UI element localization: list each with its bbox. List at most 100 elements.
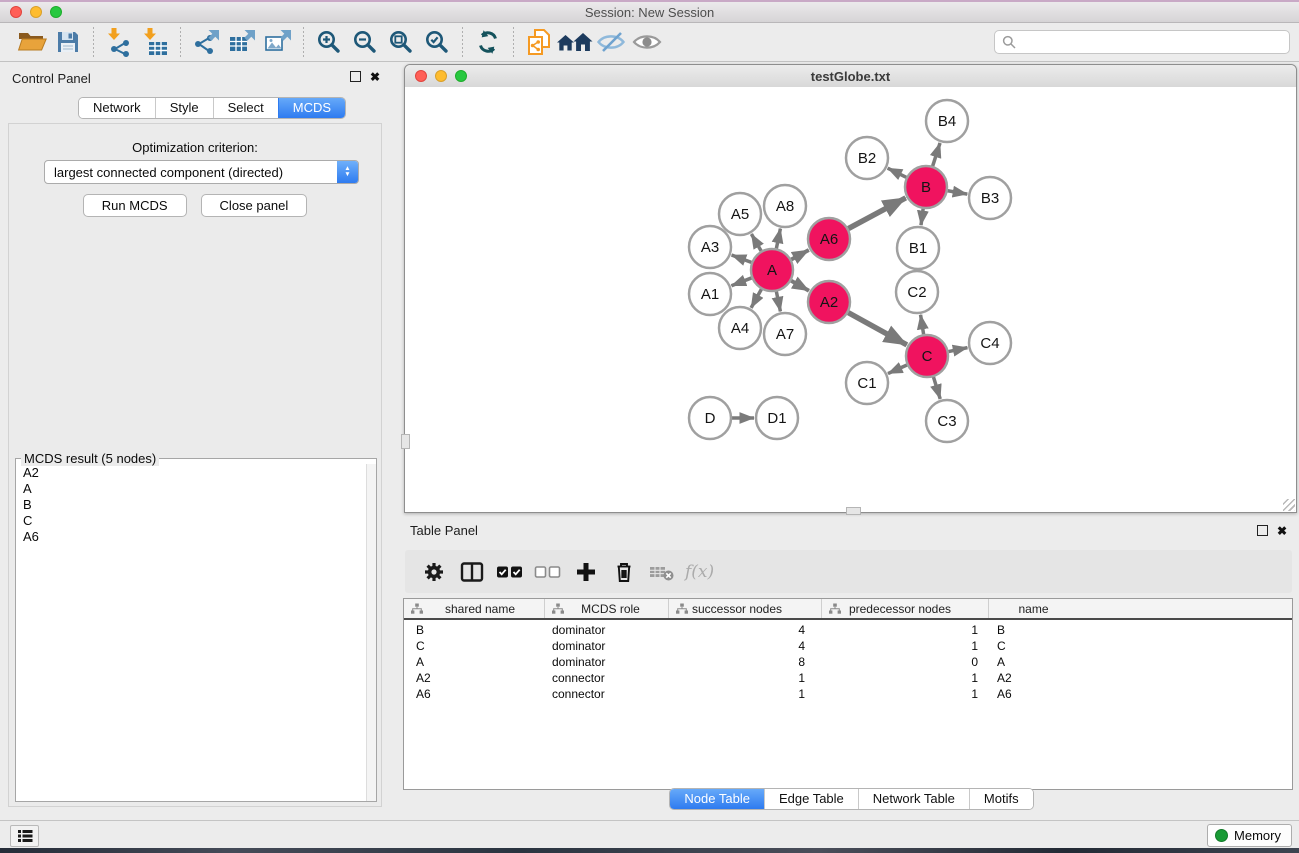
graph-edge-B-B1[interactable]	[921, 209, 923, 225]
graph-edge-C-C1[interactable]	[888, 365, 907, 374]
graph-edge-C-C2[interactable]	[921, 315, 924, 335]
table-row[interactable]: A2connector11A2	[404, 670, 1292, 686]
graph-edge-A-A5[interactable]	[751, 234, 761, 251]
graph-node-D1[interactable]: D1	[756, 397, 798, 439]
export-image-icon[interactable]	[260, 26, 296, 58]
graph-edge-C-C3[interactable]	[933, 377, 940, 399]
tab-select[interactable]: Select	[213, 98, 278, 118]
column-header-mcds-role[interactable]: MCDS role	[544, 599, 668, 618]
graph-node-B[interactable]: B	[905, 166, 947, 208]
export-table-icon[interactable]	[224, 26, 260, 58]
graph-node-C[interactable]: C	[906, 335, 948, 377]
split-view-icon[interactable]	[455, 557, 489, 587]
graph-node-A8[interactable]: A8	[764, 185, 806, 227]
import-table-icon[interactable]	[137, 26, 173, 58]
zoom-out-icon[interactable]	[347, 26, 383, 58]
column-header-name[interactable]: name	[988, 599, 1069, 618]
result-list-item[interactable]: C	[17, 513, 367, 529]
table-tab-network-table[interactable]: Network Table	[858, 789, 969, 809]
export-network-icon[interactable]	[188, 26, 224, 58]
zoom-selected-icon[interactable]	[419, 26, 455, 58]
show-all-icon[interactable]	[629, 26, 665, 58]
graph-node-B1[interactable]: B1	[897, 227, 939, 269]
import-network-icon[interactable]	[101, 26, 137, 58]
function-builder-icon[interactable]: f(x)	[685, 562, 714, 582]
window-titlebar[interactable]: Session: New Session	[0, 2, 1299, 23]
search-field[interactable]	[994, 30, 1290, 54]
search-input[interactable]	[1020, 34, 1289, 50]
table-row[interactable]: Adominator80A	[404, 654, 1292, 670]
graph-node-A[interactable]: A	[751, 249, 793, 291]
select-all-columns-icon[interactable]	[493, 557, 527, 587]
add-row-icon[interactable]	[569, 557, 603, 587]
graph-edge-B-B4[interactable]	[933, 143, 940, 166]
task-history-button[interactable]	[10, 825, 39, 847]
criterion-select[interactable]: largest connected component (directed) ▲…	[44, 160, 359, 184]
new-network-from-selection-icon[interactable]	[521, 26, 557, 58]
save-session-icon[interactable]	[50, 26, 86, 58]
column-header-successor-nodes[interactable]: successor nodes	[668, 599, 821, 618]
memory-button[interactable]: Memory	[1207, 824, 1292, 847]
table-tab-edge-table[interactable]: Edge Table	[764, 789, 858, 809]
graph-edge-C-C4[interactable]	[949, 348, 968, 352]
splitter-handle-bottom[interactable]	[846, 507, 861, 515]
graph-edge-A2-C[interactable]	[848, 313, 907, 345]
graph-edge-A-A2[interactable]	[791, 281, 809, 291]
graph-node-A6[interactable]: A6	[808, 218, 850, 260]
run-mcds-button[interactable]: Run MCDS	[83, 194, 187, 217]
deselect-all-columns-icon[interactable]	[531, 557, 565, 587]
graph-node-B4[interactable]: B4	[926, 100, 968, 142]
result-list-item[interactable]: A6	[17, 529, 367, 545]
refresh-network-icon[interactable]	[470, 26, 506, 58]
network-window-titlebar[interactable]: testGlobe.txt	[405, 65, 1296, 88]
tab-style[interactable]: Style	[155, 98, 213, 118]
close-panel-icon[interactable]: ✖	[370, 72, 380, 82]
table-settings-icon[interactable]	[417, 557, 451, 587]
hide-selected-icon[interactable]	[593, 26, 629, 58]
table-row[interactable]: Cdominator41C	[404, 638, 1292, 654]
graph-edge-A-A3[interactable]	[732, 255, 752, 262]
graph-node-A4[interactable]: A4	[719, 307, 761, 349]
graph-edge-A-A6[interactable]	[791, 250, 808, 260]
splitter-handle-left[interactable]	[401, 434, 410, 449]
tab-mcds[interactable]: MCDS	[278, 98, 345, 118]
table-row[interactable]: A6connector11A6	[404, 686, 1292, 702]
graph-node-A3[interactable]: A3	[689, 226, 731, 268]
graph-node-A1[interactable]: A1	[689, 273, 731, 315]
graph-node-C3[interactable]: C3	[926, 400, 968, 442]
tab-network[interactable]: Network	[79, 98, 155, 118]
graph-node-B2[interactable]: B2	[846, 137, 888, 179]
network-canvas[interactable]: B4 B2 B B3 B1C2 A5A8 A3 A6 A A1A4A7A2 C4 C C1 C3 D D1	[405, 87, 1296, 512]
float-table-panel-icon[interactable]	[1257, 525, 1268, 536]
table-tab-node-table[interactable]: Node Table	[670, 789, 764, 809]
graph-node-D[interactable]: D	[689, 397, 731, 439]
graph-edge-B-B2[interactable]	[888, 168, 907, 177]
graph-node-B3[interactable]: B3	[969, 177, 1011, 219]
first-neighbors-icon[interactable]	[557, 26, 593, 58]
graph-edge-A6-B[interactable]	[848, 198, 905, 229]
window-resize-grip[interactable]	[1283, 499, 1295, 511]
result-list-item[interactable]: A2	[17, 465, 367, 481]
result-scrollbar[interactable]	[366, 464, 376, 801]
graph-edge-A-A1[interactable]	[731, 278, 751, 286]
graph-edge-A-A4[interactable]	[751, 289, 761, 308]
close-panel-button[interactable]: Close panel	[201, 194, 308, 217]
graph-node-A5[interactable]: A5	[719, 193, 761, 235]
graph-node-A7[interactable]: A7	[764, 313, 806, 355]
graph-node-A2[interactable]: A2	[808, 281, 850, 323]
result-list-item[interactable]: B	[17, 497, 367, 513]
table-tab-motifs[interactable]: Motifs	[969, 789, 1033, 809]
close-table-panel-icon[interactable]: ✖	[1277, 526, 1287, 536]
table-row[interactable]: Bdominator41B	[404, 622, 1292, 638]
open-session-icon[interactable]	[14, 26, 50, 58]
column-header-shared-name[interactable]: shared name	[404, 599, 544, 618]
graph-edge-A-A7[interactable]	[776, 292, 780, 312]
delete-table-icon[interactable]	[645, 557, 679, 587]
graph-edge-B-B3[interactable]	[948, 191, 968, 194]
column-header-predecessor-nodes[interactable]: predecessor nodes	[821, 599, 988, 618]
graph-node-C1[interactable]: C1	[846, 362, 888, 404]
delete-row-icon[interactable]	[607, 557, 641, 587]
graph-node-C2[interactable]: C2	[896, 271, 938, 313]
graph-node-C4[interactable]: C4	[969, 322, 1011, 364]
graph-edge-A-A8[interactable]	[776, 229, 780, 249]
